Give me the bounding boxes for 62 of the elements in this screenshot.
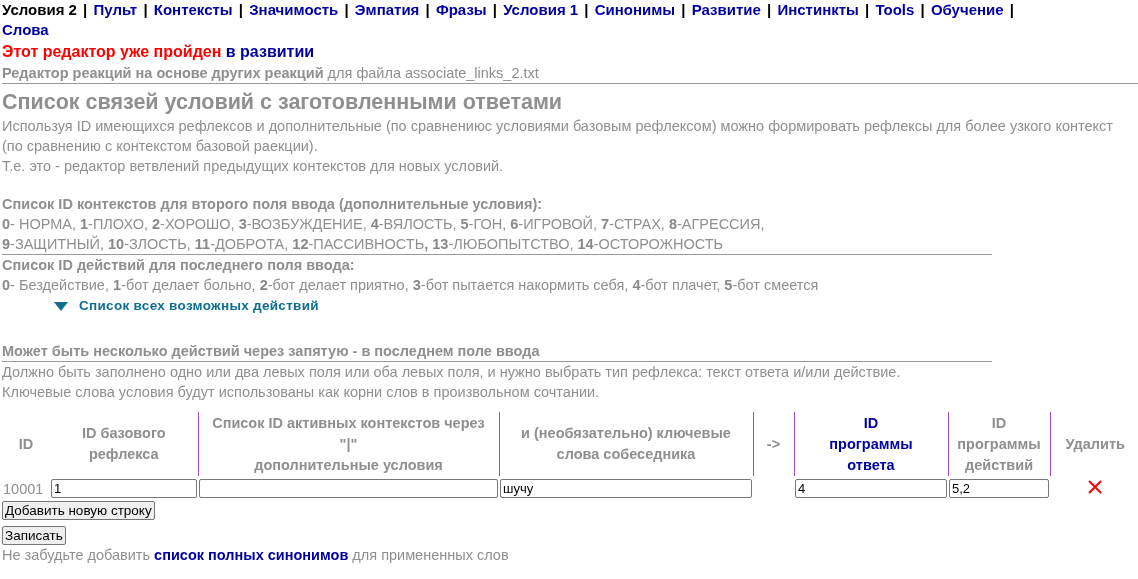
nav-link[interactable]: Обучение	[930, 1, 1004, 18]
nav-separator: |	[238, 1, 243, 18]
column-header: Удалить	[1050, 412, 1138, 476]
nav-link[interactable]: Значимость	[249, 1, 339, 18]
base-id-field[interactable]: 1	[51, 479, 197, 498]
column-header: и (необязательно) ключевые слова собеседника	[499, 412, 753, 476]
nav-link[interactable]: Tools	[875, 1, 915, 18]
row-id: 10001	[2, 479, 45, 499]
contexts-list: 9-ЗАЩИТНЫЙ, 10-ЗЛОСТЬ, 11-ДОБРОТА, 12-ПАССИВНОСТЬ, 13-ЛЮБОПЫТСТВО, 14-ОСТОРОЖНОСТЬ	[2, 234, 1138, 254]
file-label: для файла associate_links_2.txt	[327, 65, 539, 81]
save-button[interactable]: Записать	[2, 526, 66, 545]
nav-separator: |	[492, 1, 498, 18]
footer-text: Не забудьте добавить список полных синонимов для примененных слов	[2, 546, 510, 565]
caret-icon	[54, 301, 68, 311]
nav-separator: |	[865, 1, 870, 18]
column-header: ID программы ответа	[794, 412, 948, 476]
column-header: Список ID активных контекстов через "|" дополнительные условия	[198, 412, 499, 476]
nav-separator: |	[767, 1, 772, 18]
nav-separator: |	[143, 1, 148, 18]
nav-separator: |	[681, 1, 686, 18]
description-text: Используя ID имеющихся рефлексов и дополнительные (по сравнениюс условиями базовым рефлексом) можно формировать рефлексы для более узкого контекст	[2, 117, 1114, 136]
actions-list: 0- Бездействие, 1-бот делает больно, 2-бот делает приятно, 3-бот пытается накормить себя, 4-бот плачет, 5-бот смеется	[2, 275, 1138, 295]
column-header: ->	[753, 412, 794, 476]
nav-link[interactable]: Фразы	[435, 1, 487, 18]
column-header: ID программы действий	[948, 412, 1050, 476]
nav-separator: |	[83, 1, 88, 18]
nav-link[interactable]: Контексты	[153, 1, 233, 18]
nav-separator: |	[425, 1, 430, 18]
contexts-title: Список ID контекстов для второго поля ввода (дополнительные условия):	[2, 195, 544, 214]
contexts-list: 0- НОРМА, 1-ПЛОХО, 2-ХОРОШО, 3-ВОЗБУЖДЕНИЕ, 4-ВЯЛОСТЬ, 5-ГОН, 6-ИГРОВОЙ, 7-СТРАХ, 8-АГРЕССИЯ,	[2, 214, 1138, 234]
notice-text: Этот редактор уже пройден	[2, 43, 222, 60]
delete-icon[interactable]	[1088, 480, 1102, 494]
multi-note: Может быть несколько действий через запятую - в последнем поле ввода	[2, 342, 541, 361]
nav-link[interactable]: Условия 2	[2, 1, 77, 18]
nav-separator: |	[920, 1, 925, 18]
nav-link[interactable]: Эмпатия	[354, 1, 420, 18]
editor-title: Редактор реакций на основе других реакций	[2, 65, 324, 81]
nav-link[interactable]: Условия 1	[503, 1, 579, 18]
synonyms-link[interactable]: список полных синонимов	[154, 547, 349, 563]
notice-link[interactable]: в развитии	[225, 43, 315, 60]
page-heading: Список связей условий с заготовленными ответами	[2, 89, 564, 116]
nav-separator: |	[344, 1, 349, 18]
column-header: ID базового рефлекса	[50, 412, 198, 476]
nav-link[interactable]: Развитие	[691, 1, 761, 18]
nav-link[interactable]: Пульт	[93, 1, 138, 18]
nav-link[interactable]: Слова	[2, 21, 49, 38]
instruction-text: Ключевые слова условия будут использованы как корни слов в произвольном сочтании.	[2, 383, 601, 402]
nav-separator: |	[584, 1, 589, 18]
contexts-field[interactable]	[199, 479, 498, 498]
actions-title: Список ID действий для последнего поля ввода:	[2, 256, 356, 275]
nav-separator: |	[1009, 1, 1014, 18]
nav-link[interactable]: Синонимы	[594, 1, 676, 18]
description-text: (по сравнению с контекстом базовой раекции).	[2, 137, 319, 156]
add-row-button[interactable]: Добавить новую строку	[2, 501, 155, 520]
actions-toggle[interactable]: Список всех возможных действий	[54, 295, 319, 317]
nav-link[interactable]: Инстинкты	[777, 1, 859, 18]
answer-program-field[interactable]: 4	[795, 479, 947, 498]
description-text: Т.е. это - редактор ветвлений предыдущих контекстов для новых условий.	[2, 157, 505, 176]
instruction-text: Должно быть заполнено одно или два левых поля или оба левых поля, и нужно выбрать тип рефлекса: текст ответа и/или действие.	[2, 363, 902, 382]
column-header: ID	[17, 434, 35, 454]
action-program-field[interactable]: 5,2	[949, 479, 1049, 498]
keywords-field[interactable]: шучу	[500, 479, 752, 498]
